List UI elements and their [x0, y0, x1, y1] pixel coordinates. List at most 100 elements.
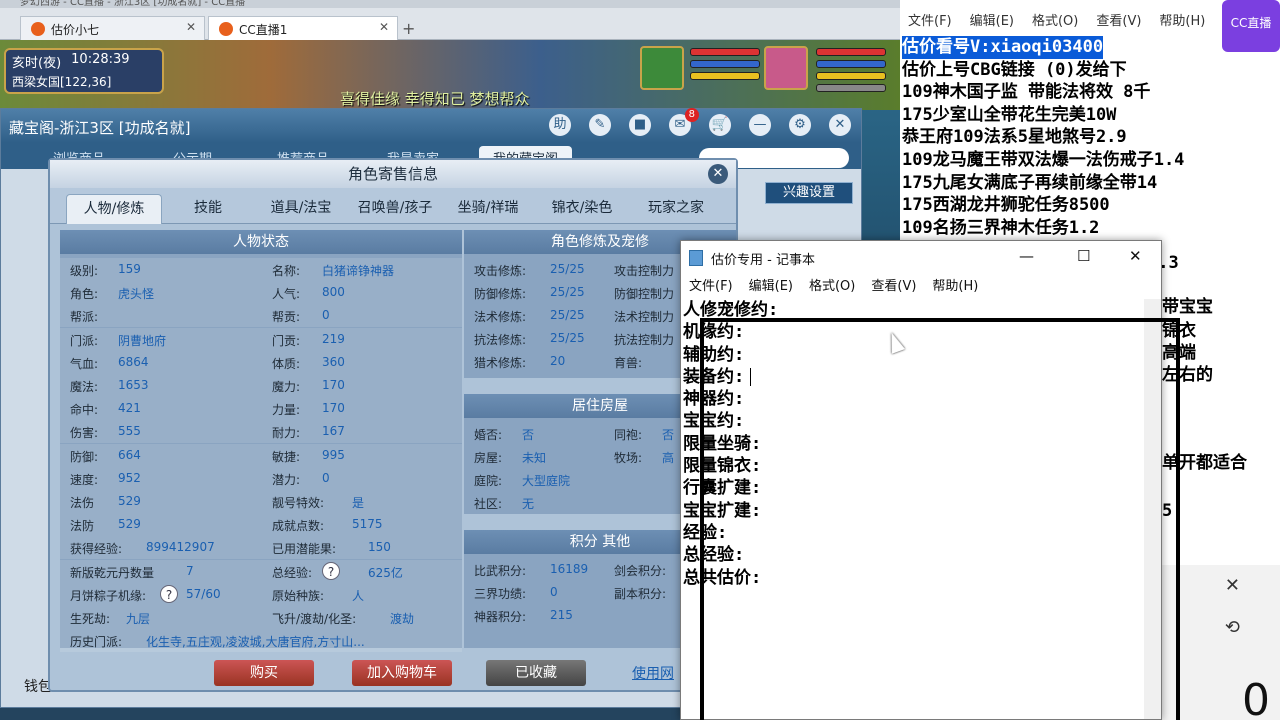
overlay-text: 估价看号V:xiaoqi03400 估价上号CBG链接 (0)发给下 109神木国… — [900, 36, 1280, 262]
tab-items[interactable]: 道具/法宝 — [258, 194, 344, 224]
notepad-line-text: 宝宝扩建: — [683, 500, 762, 521]
overlay-menu-help[interactable]: 帮助(H) — [1159, 10, 1205, 36]
player-avatar[interactable] — [764, 46, 808, 90]
notepad-text-area[interactable]: 人修宠修约: 机缘约: 辅助约: 装备约: 神器约: 宝宝约: 限量坐骑: 限量锦衣: 行囊扩建… — [683, 299, 1143, 589]
score-value: 16189 — [550, 562, 589, 576]
menu-edit[interactable]: 编辑(E) — [749, 275, 793, 297]
help-button[interactable]: 助 — [549, 114, 571, 136]
use-web-link[interactable]: 使用网 — [632, 663, 674, 683]
overlay-partial-text: 左右的 — [1162, 365, 1213, 385]
history-icon[interactable]: ⟲ — [1225, 617, 1240, 638]
cultivation-label: 防御修炼: — [474, 287, 527, 301]
status-value: 阴曹地府 — [118, 333, 167, 348]
pet-avatar[interactable] — [640, 46, 684, 90]
status-value: 九层 — [126, 612, 151, 626]
close-button[interactable]: ✕ — [1129, 247, 1142, 265]
player-status-bars — [816, 48, 886, 96]
menu-help[interactable]: 帮助(H) — [932, 275, 978, 297]
status-value: 555 — [118, 424, 141, 439]
status-value: 952 — [118, 470, 141, 485]
maximize-button[interactable]: ☐ — [1077, 247, 1090, 265]
status-label: 获得经验: — [70, 542, 123, 557]
status-value: 421 — [118, 401, 141, 416]
tab-character[interactable]: 人物/修炼 — [66, 194, 162, 224]
cultivation-control-label: 攻击控制力 — [614, 264, 675, 278]
tab-close-icon[interactable]: ✕ — [379, 20, 389, 34]
score-value: 0 — [550, 585, 558, 599]
overlay-menu-edit[interactable]: 编辑(E) — [970, 10, 1014, 36]
tab-cc-live[interactable]: CC直播1 ✕ — [208, 16, 398, 40]
status-label: 历史门派: — [70, 635, 123, 650]
house-label: 社区: — [474, 497, 503, 511]
status-label: 靓号特效: — [272, 496, 325, 510]
dialog-close-button[interactable]: ✕ — [708, 164, 728, 184]
overlay-menu-file[interactable]: 文件(F) — [908, 10, 952, 36]
help-icon[interactable]: ? — [160, 584, 178, 603]
house-label-2: 同袍: — [614, 428, 643, 442]
cbg-title: 藏宝阁-浙江3区 [功成名就] — [9, 119, 191, 137]
cultivation-value: 25/25 — [550, 285, 585, 299]
tab-home[interactable]: 玩家之家 — [638, 194, 714, 224]
score-value: 215 — [550, 608, 573, 622]
tab-mounts[interactable]: 坐骑/祥瑞 — [446, 194, 530, 224]
tab-label: CC直播1 — [239, 23, 288, 37]
drawn-frame-left — [700, 318, 704, 720]
overlay-lines: 估价上号CBG链接 (0)发给下 109神木国子监 带能法将效 8千 175少室山全… — [902, 59, 1280, 262]
tab-outfits[interactable]: 锦衣/染色 — [540, 194, 624, 224]
status-label: 命中: — [70, 403, 99, 418]
cart-icon[interactable]: 🛒 — [709, 114, 731, 136]
status-value: 167 — [322, 424, 345, 439]
overlay-menu-format[interactable]: 格式(O) — [1032, 10, 1078, 36]
status-label: 伤害: — [70, 426, 99, 441]
status-label: 体质: — [272, 356, 301, 371]
notepad-scrollbar[interactable] — [1144, 299, 1161, 719]
score-label: 比武积分: — [474, 564, 527, 578]
tab-pets[interactable]: 召唤兽/孩子 — [350, 194, 440, 224]
close-icon[interactable]: ✕ — [829, 114, 851, 136]
status-label: 总经验: — [272, 565, 313, 580]
notepad-line: 机缘约: — [683, 321, 1143, 343]
status-label: 原始种族: — [272, 588, 325, 603]
menu-format[interactable]: 格式(O) — [809, 275, 855, 297]
minimize-button[interactable]: — — [1019, 247, 1034, 265]
status-value: 664 — [118, 447, 141, 462]
menu-view[interactable]: 查看(V) — [871, 275, 916, 297]
minimize-icon[interactable]: — — [749, 114, 771, 136]
message-icon[interactable]: ✉ 8 — [669, 108, 699, 136]
status-value: 529 — [118, 517, 141, 532]
settings-icon[interactable]: ⚙ — [789, 114, 811, 136]
notepad-line-text: 人修宠修约: — [683, 300, 779, 320]
calculator-display: 0 — [1242, 675, 1270, 720]
drawn-frame-right — [1176, 318, 1180, 720]
menu-file[interactable]: 文件(F) — [689, 275, 733, 297]
tab-close-icon[interactable]: ✕ — [186, 20, 196, 34]
tab-guji[interactable]: 估价小七 ✕ — [20, 16, 205, 40]
stop-icon[interactable]: ■ — [629, 114, 651, 136]
house-value-2: 否 — [662, 428, 675, 442]
role-info-dialog: 角色寄售信息 ✕ 人物/修炼 技能 道具/法宝 召唤兽/孩子 坐骑/祥瑞 锦衣/… — [48, 158, 738, 692]
overlay-line: 109龙马魔王带双法爆一法伤戒子1.4 — [902, 149, 1185, 170]
status-label: 角色: — [70, 287, 99, 302]
status-label: 速度: — [70, 472, 99, 487]
overlay-menu-view[interactable]: 查看(V) — [1096, 10, 1141, 36]
house-value: 否 — [522, 428, 535, 442]
tab-skills[interactable]: 技能 — [172, 194, 244, 224]
overlay-partial-text: 带宝宝 — [1162, 297, 1213, 317]
edit-icon[interactable]: ✎ — [589, 114, 611, 136]
status-label: 魔法: — [70, 380, 99, 394]
interest-settings-button[interactable]: 兴趣设置 — [765, 182, 853, 204]
collected-button[interactable]: 已收藏 — [486, 660, 586, 686]
cultivation-value: 25/25 — [550, 308, 585, 322]
notepad-line: 限量锦衣: — [683, 455, 1143, 477]
cultivation-control-label: 法术控制力 — [614, 310, 675, 324]
new-tab-button[interactable]: + — [402, 19, 415, 38]
status-value: 0 — [322, 308, 330, 323]
buy-button[interactable]: 购买 — [214, 660, 314, 686]
window-title-partial: 梦幻西游 - CC直播 - 浙江3区 [功成名就] - CC直播 — [0, 0, 900, 8]
help-icon[interactable]: ? — [322, 561, 340, 580]
calculator-close-icon[interactable]: ✕ — [1225, 575, 1240, 596]
overlay-line: 175西湖龙井狮驼任务8500 — [902, 195, 1110, 216]
add-to-cart-button[interactable]: 加入购物车 — [352, 660, 452, 686]
notepad-line: 行囊扩建: — [683, 477, 1143, 499]
notepad-line-text: 总共估价: — [683, 567, 762, 588]
